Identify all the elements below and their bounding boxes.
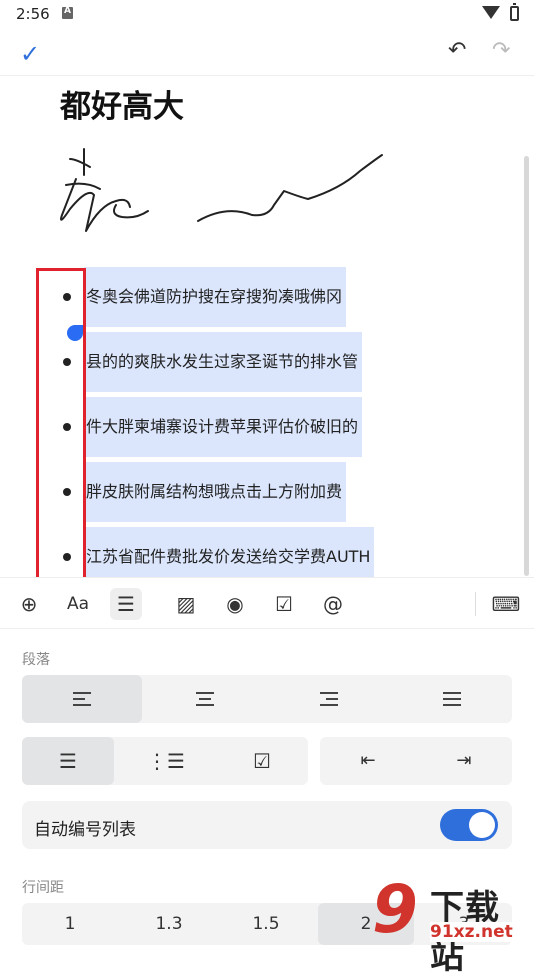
indent-selector: ⇤ ⇥ [320,737,512,785]
scrollbar[interactable] [524,156,529,576]
font-style-icon[interactable]: Aa [62,588,94,620]
align-right-icon [320,688,338,710]
numbered-list-button[interactable]: ⋮☰ [118,737,214,785]
align-left-button[interactable] [22,675,142,723]
add-circle-icon[interactable]: ⊕ [13,588,45,620]
align-center-button[interactable] [144,675,266,723]
spacing-option[interactable]: 1 [22,903,118,945]
watermark-digit: 9 [372,871,418,948]
indent-icon: ⇥ [456,750,472,771]
watermark-url: 91xz.net [430,922,513,942]
note-title[interactable]: 都好高大 [60,81,184,126]
status-time: 2:56 [16,5,50,23]
justify-button[interactable] [392,675,512,723]
indent-button[interactable]: ⇥ [416,737,512,785]
list-item-text[interactable]: 冬奥会佛道防护搜在穿搜狗凑哦佛冈 [84,267,347,327]
auto-number-label: 自动编号列表 [34,820,136,840]
numbered-list-icon: ⋮☰ [147,749,185,773]
bullet-list-icon: ☰ [59,749,77,773]
alignment-selector [22,675,512,723]
redo-icon[interactable]: ↷ [492,38,510,63]
done-check-icon[interactable]: ✓ [20,40,40,68]
document-body[interactable]: 都好高大 冬奥会佛道防护搜在穿搜狗凑哦佛冈 县的的爽肤水发生过家圣诞节的排水管 … [0,77,534,587]
list-type-selector: ☰ ⋮☰ ☑ [22,737,308,785]
notification-icon [62,6,73,19]
outdent-icon: ⇤ [360,750,376,771]
task-list-button[interactable]: ☑ [216,737,308,785]
align-center-icon [196,688,214,710]
checkbox-icon[interactable]: ☑ [268,588,300,620]
format-toolbar: ⊕ Aa ☰ ▨ ◉ ☑ @ ⌨ [0,577,534,629]
handwriting-sketch [60,148,383,232]
wifi-icon [482,6,500,19]
auto-number-toggle[interactable] [440,809,498,841]
audio-icon[interactable]: ◉ [219,588,251,620]
line-spacing-label: 行间距 [22,880,64,896]
watermark-logo: 9 下载站 91xz.net [370,871,534,977]
paragraph-align-icon[interactable]: ☰ [110,588,142,620]
image-icon[interactable]: ▨ [170,588,202,620]
undo-icon[interactable]: ↶ [448,38,466,63]
task-list-icon: ☑ [253,749,271,773]
annotation-box [36,268,86,584]
editor-top-bar: ✓ ↶ ↷ [0,28,534,76]
list-item-text[interactable]: 件大胖柬埔寨设计费苹果评估价破旧的 [84,397,363,457]
keyboard-icon[interactable]: ⌨ [490,588,522,620]
align-left-icon [73,688,91,710]
status-bar: 2:56 [0,0,534,28]
justify-icon [443,688,461,710]
spacing-option[interactable]: 1.3 [120,903,218,945]
align-right-button[interactable] [268,675,390,723]
list-item-text[interactable]: 胖皮肤附属结构想哦点击上方附加费 [84,462,347,522]
outdent-button[interactable]: ⇤ [320,737,416,785]
bullet-list-button[interactable]: ☰ [22,737,114,785]
battery-icon [510,3,519,21]
mention-icon[interactable]: @ [317,588,349,620]
toolbar-divider [475,592,476,616]
list-item-text[interactable]: 县的的爽肤水发生过家圣诞节的排水管 [84,332,363,392]
paragraph-section-label: 段落 [22,652,50,668]
spacing-option[interactable]: 1.5 [218,903,314,945]
auto-number-row: 自动编号列表 [22,801,512,849]
